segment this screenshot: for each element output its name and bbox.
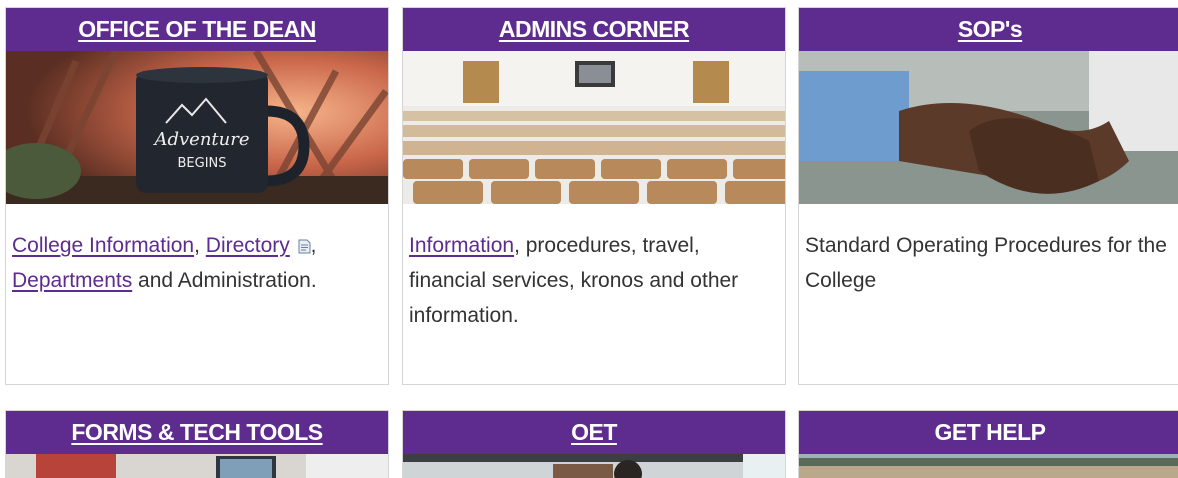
adventure-mug-photo[interactable]: Adventure BEGINS bbox=[6, 51, 388, 204]
svg-text:Adventure: Adventure bbox=[152, 129, 249, 150]
card-forms-tech-tools: FORMS & TECH TOOLS bbox=[5, 410, 389, 478]
office-of-the-dean-link[interactable]: OFFICE OF THE DEAN bbox=[78, 16, 316, 43]
directory-link[interactable]: Directory bbox=[206, 234, 290, 257]
card-header: OFFICE OF THE DEAN bbox=[6, 8, 388, 51]
office-workspace-photo[interactable] bbox=[6, 454, 388, 478]
forms-tech-tools-link[interactable]: FORMS & TECH TOOLS bbox=[71, 419, 323, 446]
students-laptop-photo[interactable] bbox=[403, 454, 785, 478]
sops-description: Standard Operating Procedures for the Co… bbox=[805, 234, 1167, 292]
svg-text:BEGINS: BEGINS bbox=[177, 156, 226, 171]
campus-field-image bbox=[799, 454, 1178, 478]
handshake-image bbox=[799, 51, 1178, 204]
separator: , bbox=[194, 234, 206, 257]
separator: , bbox=[310, 234, 317, 257]
card-header: GET HELP bbox=[799, 411, 1178, 454]
document-icon[interactable] bbox=[298, 239, 311, 254]
departments-link[interactable]: Departments bbox=[12, 269, 132, 292]
students-laptop-image bbox=[403, 454, 785, 478]
get-help-title[interactable]: GET HELP bbox=[934, 419, 1046, 446]
card-body: College Information, Directory , Departm… bbox=[6, 204, 388, 298]
card-header: SOP's bbox=[799, 8, 1178, 51]
college-information-link[interactable]: College Information bbox=[12, 234, 194, 257]
card-oet: OET bbox=[402, 410, 786, 478]
card-body: Information, procedures, travel, financi… bbox=[403, 204, 785, 333]
card-grid: OFFICE OF THE DEAN Adventure BEGINS Coll… bbox=[0, 0, 1178, 478]
card-body: Standard Operating Procedures for the Co… bbox=[799, 204, 1178, 298]
card-header: FORMS & TECH TOOLS bbox=[6, 411, 388, 454]
information-link[interactable]: Information bbox=[409, 234, 514, 257]
lecture-hall-seats-photo[interactable] bbox=[403, 51, 785, 204]
card-office-of-the-dean: OFFICE OF THE DEAN Adventure BEGINS Coll… bbox=[5, 7, 389, 385]
card-admins-corner: ADMINS CORNER Information, procedures, t… bbox=[402, 7, 786, 385]
card-header: OET bbox=[403, 411, 785, 454]
campus-field-photo[interactable] bbox=[799, 454, 1178, 478]
admins-corner-link[interactable]: ADMINS CORNER bbox=[499, 16, 690, 43]
card-header: ADMINS CORNER bbox=[403, 8, 785, 51]
office-workspace-image bbox=[6, 454, 388, 478]
oet-link[interactable]: OET bbox=[571, 419, 617, 446]
lecture-hall-image bbox=[403, 51, 785, 204]
sops-link[interactable]: SOP's bbox=[958, 16, 1023, 43]
card-get-help: GET HELP bbox=[798, 410, 1178, 478]
card-sops: SOP's Standard Operating Procedures for … bbox=[798, 7, 1178, 385]
administration-text: and Administration. bbox=[132, 269, 317, 292]
handshake-photo[interactable] bbox=[799, 51, 1178, 204]
adventure-mug-image: Adventure BEGINS bbox=[6, 51, 388, 204]
